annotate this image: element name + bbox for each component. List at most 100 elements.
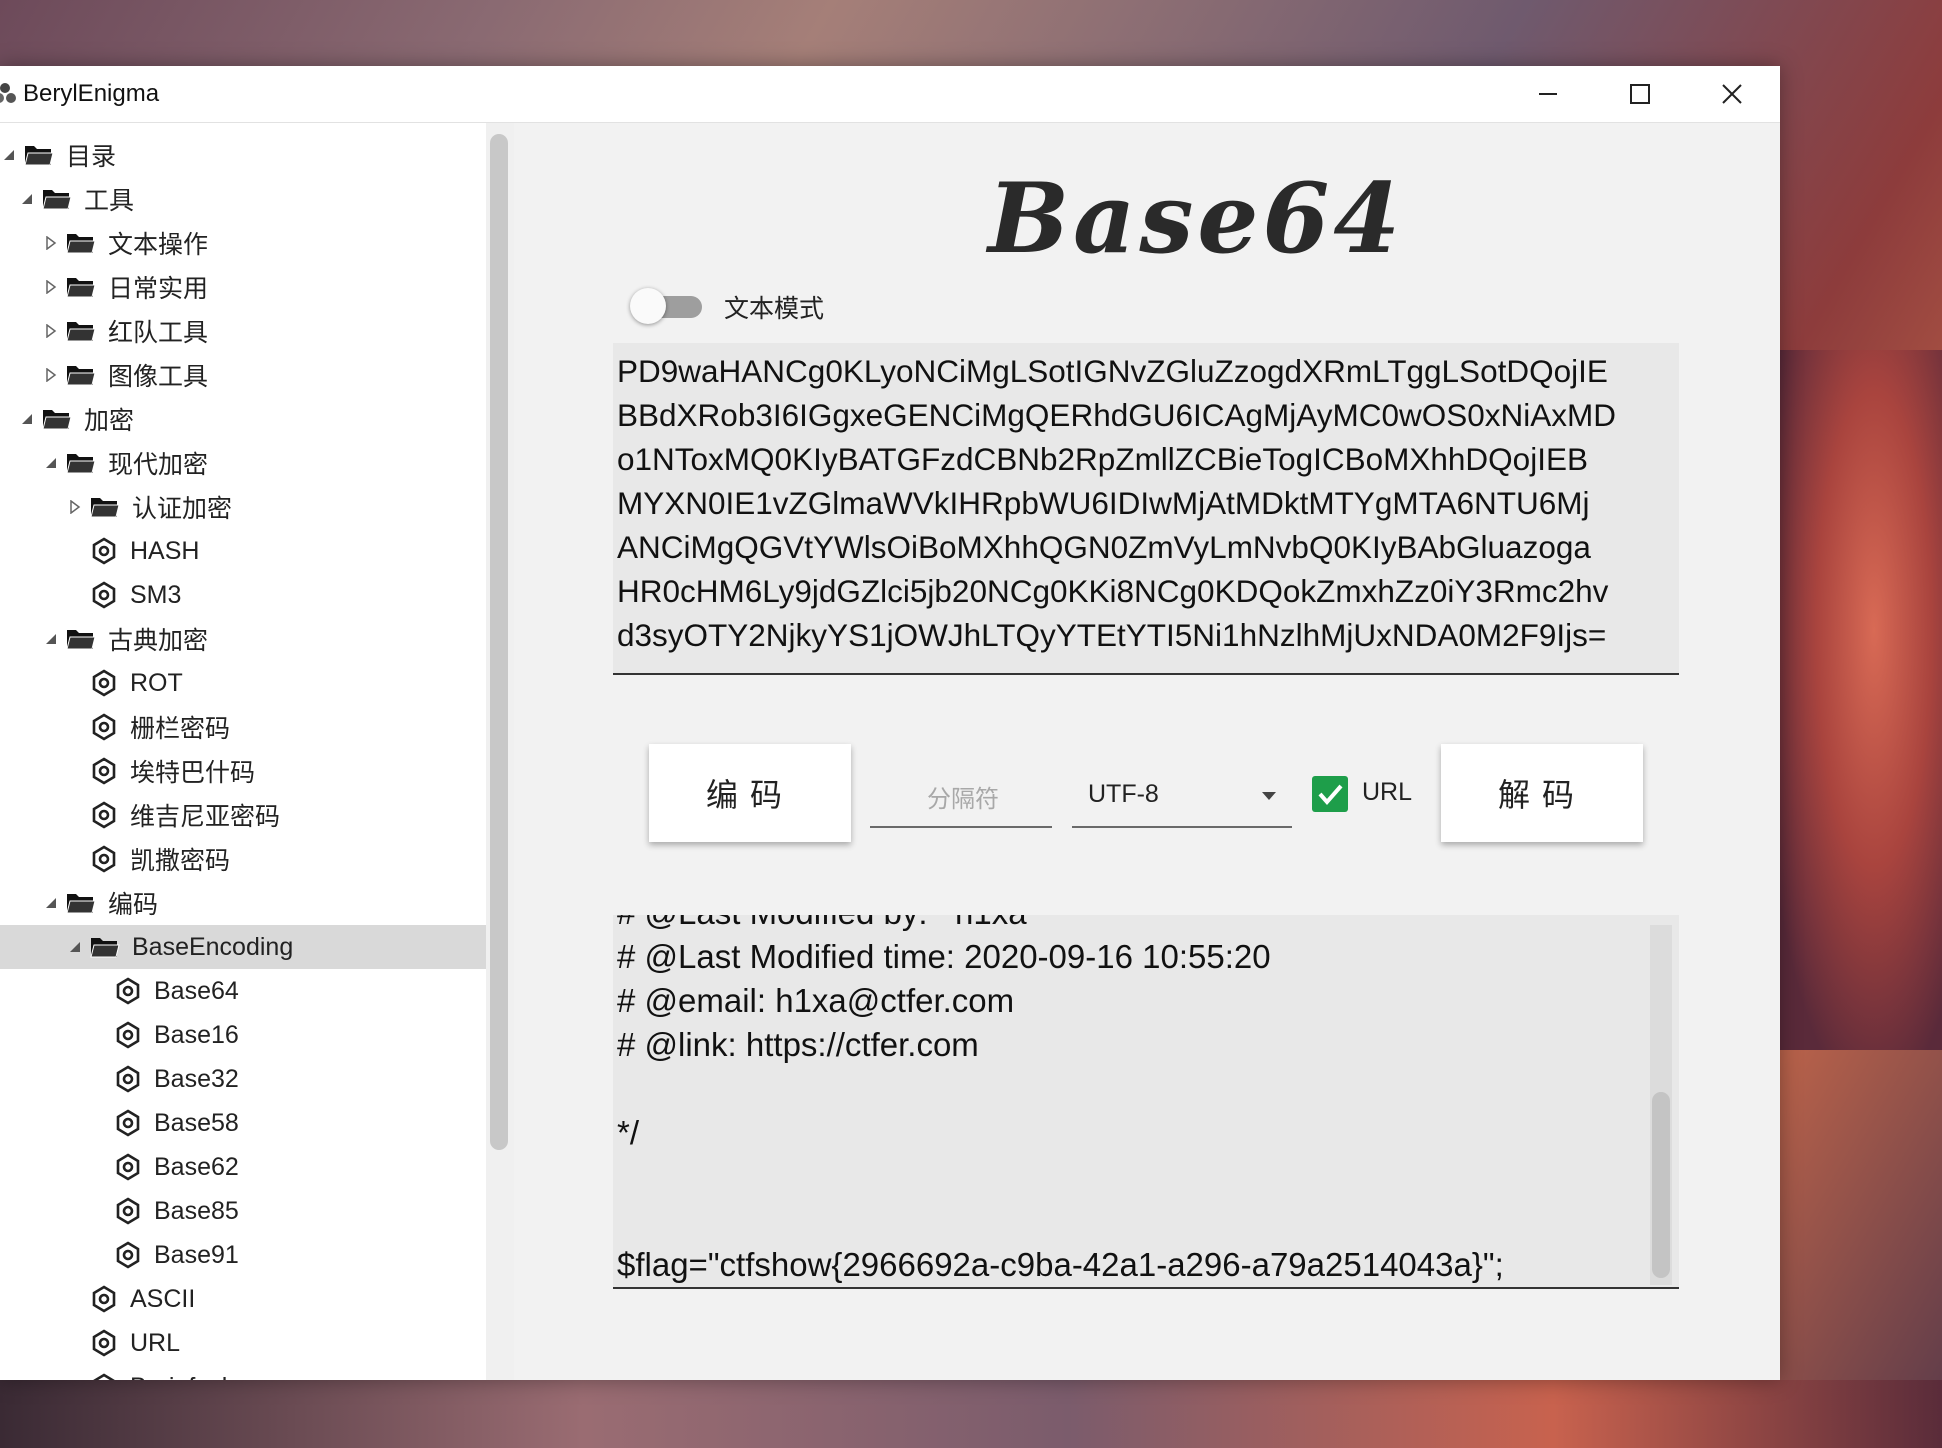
expanded-arrow-icon[interactable] [42,454,60,472]
collapsed-arrow-icon[interactable] [42,234,60,252]
tree-item[interactable]: 图像工具 [0,353,486,397]
close-icon [1722,84,1742,104]
tree-item-label: Brainfuck [130,1373,234,1381]
tree-item-label: 图像工具 [108,363,209,391]
tree-item[interactable]: 现代加密 [0,441,486,485]
tree-item-label: 埃特巴什码 [130,759,256,787]
tree-item-label: ROT [130,668,183,697]
gear-icon [93,1373,115,1380]
tree-item[interactable]: 工具 [0,177,486,221]
input-text: PD9waHANCg0KLyoNCiMgLSotIGNvZGluZzogdXRm… [617,353,1616,653]
tree-item[interactable]: Base85 [0,1189,486,1233]
folder-icon [24,146,54,166]
tree-scrollbar-thumb[interactable] [490,134,508,1150]
collapsed-arrow-icon[interactable] [42,322,60,340]
tree-item-label: Base16 [154,1020,239,1049]
window-title: BerylEnigma [23,80,160,107]
expanded-arrow-icon[interactable] [66,938,84,956]
tree-item[interactable]: 埃特巴什码 [0,749,486,793]
tree-item[interactable]: BaseEncoding [0,925,486,969]
decode-button[interactable]: 解码 [1441,744,1643,842]
tree-item[interactable]: 目录 [0,133,486,177]
tree-item[interactable]: ASCII [0,1277,486,1321]
tree-item[interactable]: 凯撒密码 [0,837,486,881]
minimize-button[interactable] [1502,66,1594,122]
gear-icon [92,581,116,609]
tree-item-label: 认证加密 [132,495,233,523]
input-textarea[interactable]: PD9waHANCg0KLyoNCiMgLSotIGNvZGluZzogdXRm… [613,343,1679,675]
tree-item[interactable]: 维吉尼亚密码 [0,793,486,837]
gear-icon [116,1241,140,1269]
tree-item-label: Base64 [154,976,239,1005]
tree-item[interactable]: 编码 [0,881,486,925]
tree-item[interactable]: 日常实用 [0,265,486,309]
tree-item[interactable]: 栅栏密码 [0,705,486,749]
base64-logo: Base64 [988,162,1405,275]
tree-item[interactable]: SM3 [0,573,486,617]
tree-item-label: URL [130,1328,181,1357]
expanded-arrow-icon[interactable] [0,146,18,164]
output-text: # @Last Modified by: h1xa # @Last Modifi… [617,915,1504,1283]
gear-icon [92,801,116,829]
tree-item-label: Base58 [154,1108,239,1137]
tree-item-label: HASH [130,536,200,565]
tree-item[interactable]: Base64 [0,969,486,1013]
tree-item-label: 文本操作 [108,231,209,259]
expanded-arrow-icon[interactable] [18,410,36,428]
url-checkbox-label: URL [1362,778,1413,806]
separator-field[interactable] [870,770,1056,828]
tree-item[interactable]: URL [0,1321,486,1365]
gear-icon [116,1021,140,1049]
checkmark-icon [1318,784,1343,806]
collapsed-arrow-icon[interactable] [42,366,60,384]
output-textarea[interactable]: # @Last Modified by: h1xa # @Last Modifi… [613,915,1679,1289]
gear-icon [116,1197,140,1225]
tree-item-label: 古典加密 [108,627,209,655]
tree-item[interactable]: Base91 [0,1233,486,1277]
title-bar[interactable]: BerylEnigma [0,66,1780,123]
maximize-icon [1630,84,1650,104]
charset-select[interactable]: UTF-8 [1072,770,1292,828]
close-button[interactable] [1686,66,1778,122]
tree-item-label: Base85 [154,1196,239,1225]
folder-icon [66,366,96,386]
text-mode-toggle[interactable] [630,288,706,324]
output-scrollbar-thumb[interactable] [1652,1092,1670,1278]
folder-icon [42,410,72,430]
encode-button[interactable]: 编码 [649,744,851,842]
navigation-tree[interactable]: 目录工具文本操作日常实用红队工具图像工具加密 现代加密认证加密 HASH SM3 古典加… [0,123,487,1380]
gear-icon [92,669,116,697]
tree-item[interactable]: 认证加密 [0,485,486,529]
tree-item-label: 目录 [66,143,117,171]
gear-icon [116,977,140,1005]
tree-item[interactable]: Brainfuck [0,1365,486,1380]
url-checkbox[interactable] [1312,776,1348,812]
tree-item[interactable]: Base32 [0,1057,486,1101]
gear-icon [116,1109,140,1137]
expanded-arrow-icon[interactable] [18,190,36,208]
collapsed-arrow-icon[interactable] [66,498,84,516]
tree-item[interactable]: 古典加密 [0,617,486,661]
tree-item[interactable]: Base16 [0,1013,486,1057]
minimize-icon [1539,93,1557,95]
text-mode-label: 文本模式 [724,294,825,323]
maximize-button[interactable] [1594,66,1686,122]
collapsed-arrow-icon[interactable] [42,278,60,296]
expanded-arrow-icon[interactable] [42,630,60,648]
tree-item-label: 工具 [84,187,135,215]
tree-item[interactable]: 红队工具 [0,309,486,353]
expanded-arrow-icon[interactable] [42,894,60,912]
tree-item[interactable]: ROT [0,661,486,705]
folder-icon [66,322,96,342]
tree-item-label: 日常实用 [108,275,209,303]
separator-input[interactable] [870,770,1056,828]
tree-item[interactable]: Base62 [0,1145,486,1189]
tree-item-label: ASCII [130,1284,196,1313]
chevron-down-icon [1262,792,1276,800]
folder-icon [90,498,120,518]
gear-icon [116,1153,140,1181]
tree-item[interactable]: 加密 [0,397,486,441]
tree-item[interactable]: 文本操作 [0,221,486,265]
tree-item[interactable]: Base58 [0,1101,486,1145]
tree-item[interactable]: HASH [0,529,486,573]
